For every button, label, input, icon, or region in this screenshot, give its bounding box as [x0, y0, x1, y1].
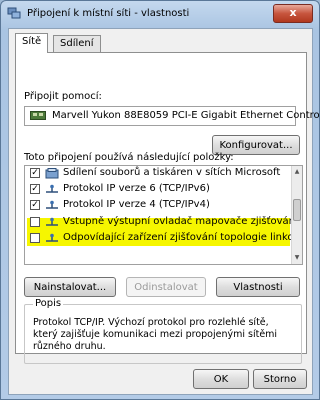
connect-using-label: Připojit pomocí: [24, 91, 102, 102]
share-icon [45, 168, 59, 179]
item-label: Vstupně výstupní ovladač mapovače zjišťo… [63, 216, 302, 227]
list-item[interactable]: ✓ Protokol IP verze 6 (TCP/IPv6) [25, 182, 291, 197]
title-bar[interactable]: Připojení k místní síti - vlastnosti x [1, 1, 319, 27]
list-item[interactable]: Odpovídající zařízení zjišťování topolog… [25, 231, 302, 246]
item-checkbox[interactable] [30, 233, 40, 243]
description-legend: Popis [33, 298, 64, 309]
dialog-client: Sítě Sdílení Připojit pomocí: Marvell Yu… [8, 28, 320, 395]
description-text: Protokol TCP/IP. Výchozí protokol pro ro… [33, 317, 278, 352]
protocol-icon [46, 200, 58, 209]
list-item[interactable]: ✓ Sdílení souborů a tiskáren v sítích Mi… [25, 166, 291, 181]
scroll-thumb[interactable] [293, 199, 301, 221]
properties-window: Připojení k místní síti - vlastnosti x S… [0, 0, 320, 400]
adapter-field: Marvell Yukon 88E8059 PCI-E Gigabit Ethe… [24, 106, 320, 126]
scroll-down-icon[interactable]: ▼ [293, 253, 301, 263]
components-list[interactable]: ✓ Sdílení souborů a tiskáren v sítích Mi… [24, 165, 303, 265]
protocol-icon [46, 233, 58, 242]
tab-panel: Připojit pomocí: Marvell Yukon 88E8059 P… [15, 52, 320, 364]
list-scrollbar[interactable]: ▲ ▼ [291, 166, 302, 264]
item-label: Odpovídající zařízení zjišťování topolog… [63, 232, 303, 243]
description-group: Popis Protokol TCP/IP. Výchozí protokol … [24, 298, 302, 364]
item-label: Protokol IP verze 4 (TCP/IPv4) [63, 199, 210, 210]
list-item[interactable]: ✓ Protokol IP verze 4 (TCP/IPv4) [25, 198, 291, 213]
adapter-name: Marvell Yukon 88E8059 PCI-E Gigabit Ethe… [52, 110, 320, 121]
properties-button[interactable]: Vlastnosti [216, 277, 300, 297]
items-label: Toto připojení používá následující polož… [24, 152, 234, 163]
window-title: Připojení k místní síti - vlastnosti [27, 8, 190, 19]
item-label: Protokol IP verze 6 (TCP/IPv6) [63, 183, 210, 194]
uninstall-button[interactable]: Odinstalovat [126, 277, 206, 297]
tab-networking[interactable]: Sítě [15, 33, 49, 53]
list-item[interactable]: Vstupně výstupní ovladač mapovače zjišťo… [25, 215, 302, 230]
cancel-button[interactable]: Storno [253, 369, 307, 389]
item-label: Sdílení souborů a tiskáren v sítích Micr… [63, 167, 281, 178]
ok-button[interactable]: OK [193, 369, 249, 389]
network-adapter-icon [30, 111, 46, 120]
install-button[interactable]: Nainstalovat... [24, 277, 116, 297]
network-icon [7, 7, 21, 19]
scroll-up-icon[interactable]: ▲ [293, 167, 301, 177]
protocol-icon [46, 217, 58, 226]
item-checkbox[interactable]: ✓ [30, 168, 40, 178]
protocol-icon [46, 184, 58, 193]
item-checkbox[interactable]: ✓ [30, 200, 40, 210]
item-checkbox[interactable] [30, 217, 40, 227]
item-checkbox[interactable]: ✓ [30, 184, 40, 194]
tab-sharing[interactable]: Sdílení [53, 35, 101, 52]
close-button[interactable]: x [273, 4, 313, 23]
